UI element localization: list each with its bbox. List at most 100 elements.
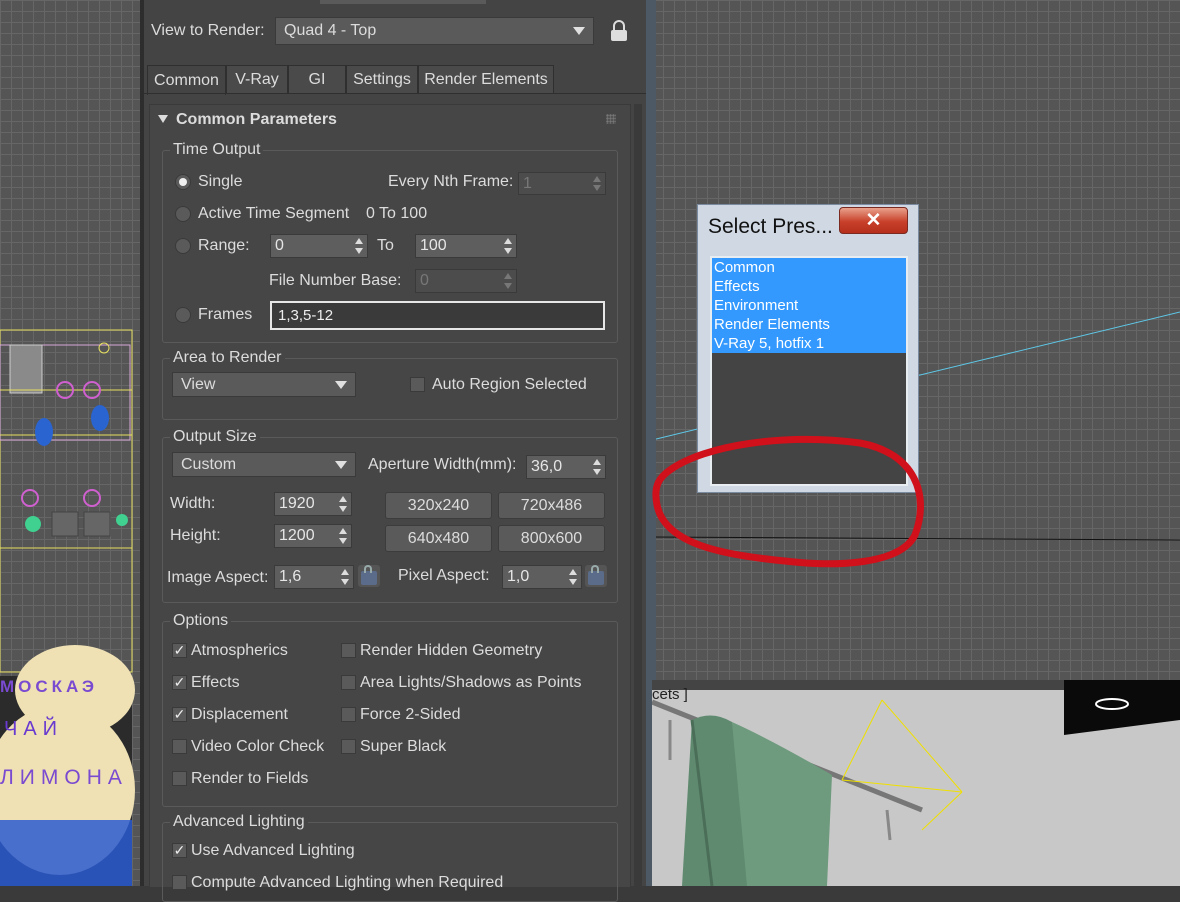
chevron-down-icon — [335, 380, 347, 389]
compute-advanced-lighting-label: Compute Advanced Lighting when Required — [191, 874, 504, 891]
render-to-fields-checkbox[interactable] — [172, 771, 187, 786]
every-nth-spinner[interactable]: 1 — [518, 172, 606, 195]
time-output-title: Time Output — [170, 141, 264, 159]
tab-common[interactable]: Common — [147, 65, 226, 95]
force-2-sided-checkbox[interactable] — [341, 707, 356, 722]
aperture-width-spinner[interactable]: 36,0 — [526, 455, 606, 479]
active-segment-label: Active Time Segment — [198, 205, 350, 222]
spinner-arrows-icon[interactable] — [354, 237, 364, 255]
perspective-scene — [652, 680, 1180, 886]
width-value: 1920 — [279, 495, 315, 512]
video-color-check-checkbox[interactable] — [172, 739, 187, 754]
tab-render-elements[interactable]: Render Elements — [418, 65, 554, 93]
active-segment-radio[interactable] — [175, 206, 191, 222]
scrollbar[interactable] — [634, 104, 642, 886]
width-label: Width: — [170, 495, 216, 512]
preset-720x486-button[interactable]: 720x486 — [498, 492, 605, 519]
preset-800x600-button[interactable]: 800x600 — [498, 525, 605, 552]
file-number-base-label: File Number Base: — [269, 272, 402, 289]
render-hidden-label: Render Hidden Geometry — [360, 642, 543, 659]
force-2-sided-label: Force 2-Sided — [360, 706, 461, 723]
range-to-value: 100 — [420, 237, 447, 254]
list-item[interactable]: Effects — [712, 277, 906, 296]
image-aspect-spinner[interactable]: 1,6 — [274, 565, 354, 589]
preset-640x480-button[interactable]: 640x480 — [385, 525, 492, 552]
range-from-value: 0 — [275, 237, 284, 254]
range-radio[interactable] — [175, 238, 191, 254]
list-item[interactable]: V-Ray 5, hotfix 1 — [712, 334, 906, 353]
output-size-dropdown[interactable]: Custom — [172, 452, 356, 477]
pixel-aspect-lock-button[interactable] — [585, 565, 607, 587]
video-color-check-label: Video Color Check — [191, 738, 325, 755]
area-lights-checkbox[interactable] — [341, 675, 356, 690]
chevron-down-icon — [573, 27, 585, 35]
left-text-chai: ЧАЙ — [4, 718, 64, 740]
height-spinner[interactable]: 1200 — [274, 524, 352, 548]
single-radio[interactable] — [175, 174, 191, 190]
tab-gi[interactable]: GI — [288, 65, 346, 93]
area-lights-label: Area Lights/Shadows as Points — [360, 674, 582, 691]
pixel-aspect-label: Pixel Aspect: — [398, 567, 490, 584]
frames-radio[interactable] — [175, 307, 191, 323]
image-aspect-lock-button[interactable] — [358, 565, 380, 587]
range-from-spinner[interactable]: 0 — [270, 234, 368, 258]
tab-vray[interactable]: V-Ray — [226, 65, 288, 93]
rollout-grip-icon[interactable] — [606, 114, 616, 124]
left-viewport[interactable]: МОСКАЭ ЧАЙ ЛИМОНА — [0, 0, 140, 886]
atmospherics-checkbox[interactable]: ✓ — [172, 643, 187, 658]
chevron-down-icon — [335, 460, 347, 469]
area-to-render-dropdown[interactable]: View — [172, 372, 356, 397]
render-to-fields-label: Render to Fields — [191, 770, 309, 787]
super-black-checkbox[interactable] — [341, 739, 356, 754]
lock-icon[interactable] — [609, 20, 629, 42]
auto-region-checkbox[interactable] — [410, 377, 425, 392]
range-to-label: To — [377, 237, 394, 254]
list-item[interactable]: Common — [712, 258, 906, 277]
spinner-arrows-icon[interactable] — [592, 458, 602, 476]
close-button[interactable]: ✕ — [839, 207, 908, 234]
aperture-width-label: Aperture Width(mm): — [368, 456, 517, 473]
rollout-title[interactable]: Common Parameters — [176, 111, 337, 129]
output-size-preset-value: Custom — [181, 455, 237, 473]
range-label: Range: — [198, 237, 250, 254]
view-to-render-label: View to Render: — [151, 22, 265, 39]
spinner-arrows-icon[interactable] — [338, 495, 348, 513]
width-spinner[interactable]: 1920 — [274, 492, 352, 516]
rollout-collapse-icon[interactable] — [158, 115, 168, 123]
top-field-edge — [320, 0, 486, 4]
range-to-spinner[interactable]: 100 — [415, 234, 517, 258]
render-hidden-checkbox[interactable] — [341, 643, 356, 658]
spinner-arrows-icon[interactable] — [340, 568, 350, 586]
spinner-arrows-icon[interactable] — [592, 175, 602, 192]
output-size-title: Output Size — [170, 428, 260, 446]
preset-320x240-button[interactable]: 320x240 — [385, 492, 492, 519]
displacement-checkbox[interactable]: ✓ — [172, 707, 187, 722]
compute-advanced-lighting-checkbox[interactable] — [172, 875, 187, 890]
frames-input[interactable]: 1,3,5-12 — [270, 301, 605, 330]
every-nth-label: Every Nth Frame: — [388, 173, 514, 190]
perspective-viewport[interactable]: cets ] — [652, 680, 1180, 886]
auto-region-label: Auto Region Selected — [432, 376, 587, 393]
single-label: Single — [198, 173, 243, 190]
height-value: 1200 — [279, 527, 315, 544]
viewport-label[interactable]: cets ] — [652, 686, 688, 703]
every-nth-value: 1 — [523, 174, 532, 192]
pixel-aspect-spinner[interactable]: 1,0 — [502, 565, 582, 589]
spinner-arrows-icon[interactable] — [338, 527, 348, 545]
image-aspect-label: Image Aspect: — [167, 569, 269, 586]
area-to-render-value: View — [181, 375, 216, 393]
atmospherics-label: Atmospherics — [191, 642, 288, 659]
tab-settings[interactable]: Settings — [346, 65, 418, 93]
view-to-render-dropdown[interactable]: Quad 4 - Top — [275, 17, 594, 45]
spinner-arrows-icon[interactable] — [503, 237, 513, 255]
list-item[interactable]: Environment — [712, 296, 906, 315]
area-to-render-title: Area to Render — [170, 349, 285, 367]
effects-checkbox[interactable]: ✓ — [172, 675, 187, 690]
use-advanced-lighting-checkbox[interactable]: ✓ — [172, 843, 187, 858]
spinner-arrows-icon[interactable] — [503, 272, 513, 290]
lock-icon — [588, 565, 604, 585]
spinner-arrows-icon[interactable] — [568, 568, 578, 586]
list-item[interactable]: Render Elements — [712, 315, 906, 334]
pixel-aspect-value: 1,0 — [507, 568, 530, 585]
file-number-base-spinner[interactable]: 0 — [415, 269, 517, 293]
